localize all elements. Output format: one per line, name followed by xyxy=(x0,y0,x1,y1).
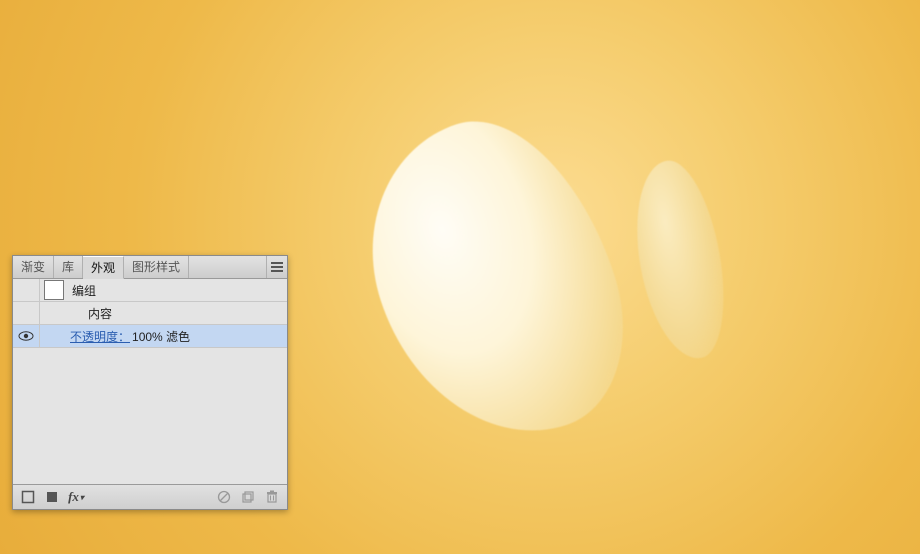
menu-icon xyxy=(271,262,283,272)
tab-gradient[interactable]: 渐变 xyxy=(13,256,54,278)
highlight-blob-large xyxy=(336,92,654,467)
fx-icon: fx xyxy=(68,489,79,505)
visibility-cell[interactable] xyxy=(13,279,40,301)
group-label: 编组 xyxy=(72,282,281,299)
contents-label: 内容 xyxy=(88,305,281,322)
delete-item-button[interactable] xyxy=(263,488,281,506)
add-stroke-button[interactable] xyxy=(19,488,37,506)
duplicate-icon xyxy=(241,490,255,504)
row-group[interactable]: 编组 xyxy=(13,279,287,302)
group-thumbnail xyxy=(44,280,64,300)
add-fill-button[interactable] xyxy=(43,488,61,506)
duplicate-item-button[interactable] xyxy=(239,488,257,506)
tab-library[interactable]: 库 xyxy=(54,256,83,278)
tab-graphic-styles[interactable]: 图形样式 xyxy=(124,256,189,278)
highlight-blob-small xyxy=(623,155,737,366)
eye-icon xyxy=(18,331,34,341)
tab-filler xyxy=(189,256,266,278)
stroke-square-icon xyxy=(21,490,35,504)
appearance-panel: 渐变 库 外观 图形样式 编组 内容 xyxy=(12,255,288,510)
panel-footer: fx▾ xyxy=(13,484,287,509)
row-contents[interactable]: 内容 xyxy=(13,302,287,325)
opacity-link[interactable]: 不透明度： xyxy=(70,328,130,345)
no-symbol-icon xyxy=(217,490,231,504)
panel-body: 编组 内容 不透明度： 100% 滤色 xyxy=(13,279,287,484)
trash-icon xyxy=(266,490,278,504)
visibility-cell[interactable] xyxy=(13,302,40,324)
panel-tab-bar: 渐变 库 外观 图形样式 xyxy=(13,256,287,279)
add-effect-button[interactable]: fx▾ xyxy=(67,488,85,506)
chevron-down-icon: ▾ xyxy=(80,493,84,502)
panel-menu-button[interactable] xyxy=(266,256,287,278)
tab-appearance[interactable]: 外观 xyxy=(83,256,124,279)
visibility-toggle[interactable] xyxy=(13,325,40,347)
opacity-value: 100% 滤色 xyxy=(132,328,190,345)
fill-square-icon xyxy=(45,490,59,504)
row-opacity[interactable]: 不透明度： 100% 滤色 xyxy=(13,325,287,348)
clear-appearance-button[interactable] xyxy=(215,488,233,506)
